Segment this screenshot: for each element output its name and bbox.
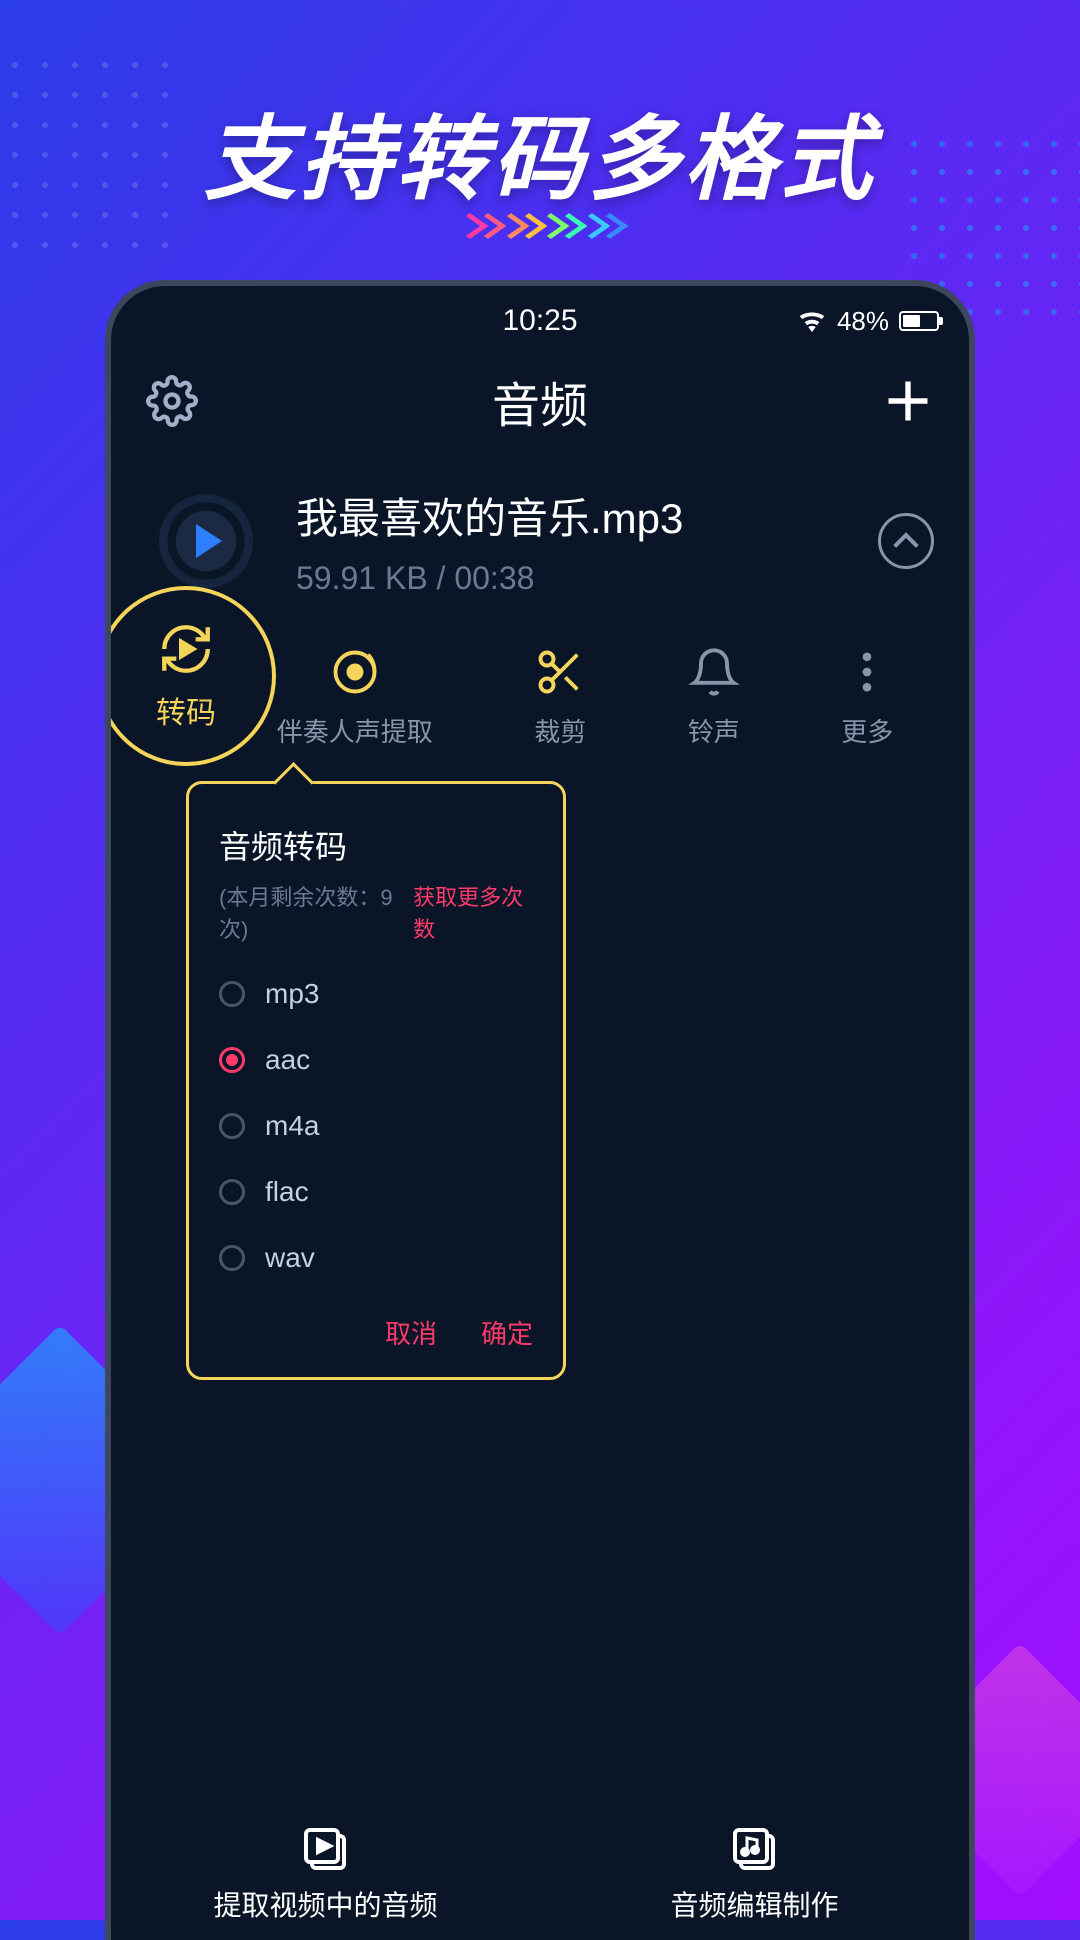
tool-label: 裁剪 (534, 712, 586, 749)
battery-icon (899, 311, 939, 331)
radio-icon (219, 1047, 245, 1073)
tool-label: 伴奏人声提取 (277, 712, 433, 749)
cancel-button[interactable]: 取消 (385, 1314, 437, 1351)
format-option-flac[interactable]: flac (219, 1176, 533, 1208)
phone-frame: 10:25 48% 音频 我最喜欢的音乐.mp3 59.91 KB / 00:3… (105, 280, 975, 1940)
format-option-aac[interactable]: aac (219, 1044, 533, 1076)
status-bar: 10:25 48% (111, 296, 969, 346)
tab-extract-video[interactable]: 提取视频中的音频 (111, 1810, 540, 1940)
chevron-up-icon (893, 532, 918, 557)
format-option-mp3[interactable]: mp3 (219, 978, 533, 1010)
transcode-panel: 音频转码 (本月剩余次数：9次) 获取更多次数 mp3 aac m4a flac (186, 781, 566, 1380)
tool-crop[interactable]: 裁剪 (534, 646, 586, 749)
transcode-label: 转码 (156, 688, 216, 732)
radio-label: mp3 (265, 978, 319, 1010)
scissors-icon (534, 646, 586, 698)
radio-label: wav (265, 1242, 315, 1274)
radio-label: m4a (265, 1110, 319, 1142)
audio-file-row[interactable]: 我最喜欢的音乐.mp3 59.91 KB / 00:38 (111, 466, 969, 616)
play-icon (196, 524, 222, 558)
confirm-button[interactable]: 确定 (481, 1314, 533, 1351)
radio-icon (219, 1113, 245, 1139)
get-more-link[interactable]: 获取更多次数 (413, 880, 533, 944)
tab-audio-edit[interactable]: 音频编辑制作 (540, 1810, 969, 1940)
add-icon[interactable] (882, 375, 934, 427)
format-option-wav[interactable]: wav (219, 1242, 533, 1274)
radio-icon (219, 1179, 245, 1205)
promo-title: 支持转码多格式 (0, 85, 1080, 218)
app-header: 音频 (111, 346, 969, 466)
audio-extract-icon (329, 646, 381, 698)
format-option-m4a[interactable]: m4a (219, 1110, 533, 1142)
status-time: 10:25 (502, 304, 577, 338)
more-icon (841, 646, 893, 698)
file-meta: 59.91 KB / 00:38 (296, 560, 848, 597)
radio-icon (219, 1245, 245, 1271)
tool-more[interactable]: 更多 (841, 646, 893, 749)
tab-label: 音频编辑制作 (670, 1884, 838, 1924)
radio-label: aac (265, 1044, 310, 1076)
audio-edit-icon (731, 1826, 779, 1874)
tool-extract[interactable]: 伴奏人声提取 (277, 646, 433, 749)
radio-label: flac (265, 1176, 309, 1208)
settings-icon[interactable] (146, 375, 198, 427)
chevron-decor (0, 215, 1080, 242)
panel-title: 音频转码 (219, 822, 533, 868)
tool-label: 更多 (841, 712, 893, 749)
collapse-button[interactable] (878, 513, 934, 569)
wifi-icon (797, 310, 827, 332)
tool-label: 铃声 (688, 712, 740, 749)
bell-icon (688, 646, 740, 698)
file-name: 我最喜欢的音乐.mp3 (296, 485, 848, 546)
video-extract-icon (302, 1826, 350, 1874)
bottom-tabs: 提取视频中的音频 音频编辑制作 (111, 1810, 969, 1940)
panel-subtitle: (本月剩余次数：9次) (219, 880, 403, 944)
battery-percent: 48% (837, 306, 889, 337)
transcode-icon (157, 620, 215, 678)
format-radio-list: mp3 aac m4a flac wav (219, 964, 533, 1298)
page-title: 音频 (492, 366, 588, 436)
tab-label: 提取视频中的音频 (213, 1884, 437, 1924)
play-thumbnail[interactable] (146, 481, 266, 601)
radio-icon (219, 981, 245, 1007)
tool-ringtone[interactable]: 铃声 (688, 646, 740, 749)
